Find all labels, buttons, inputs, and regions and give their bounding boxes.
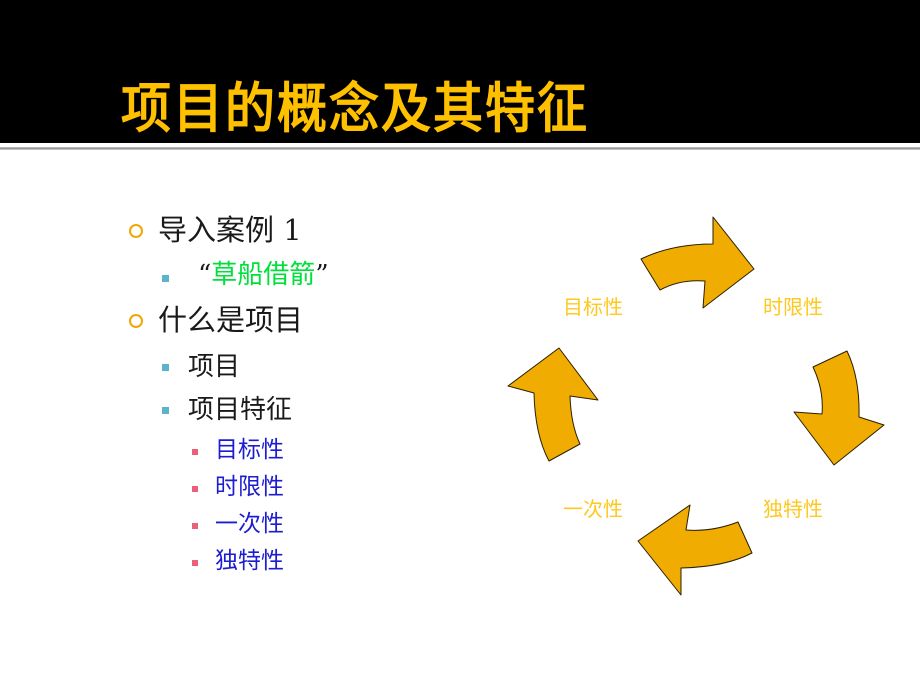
- cycle-diagram: [507, 216, 885, 596]
- arrow-top-right: [640, 216, 755, 309]
- cycle-label-one-time: 一次性: [563, 497, 623, 521]
- arrow-right-down: [793, 350, 885, 466]
- arrow-bottom-left: [637, 504, 753, 596]
- cycle-label-uniqueness: 独特性: [763, 497, 823, 521]
- cycle-label-time-limit: 时限性: [763, 295, 823, 319]
- arrow-left-up: [507, 347, 599, 462]
- cycle-label-goal: 目标性: [563, 295, 623, 319]
